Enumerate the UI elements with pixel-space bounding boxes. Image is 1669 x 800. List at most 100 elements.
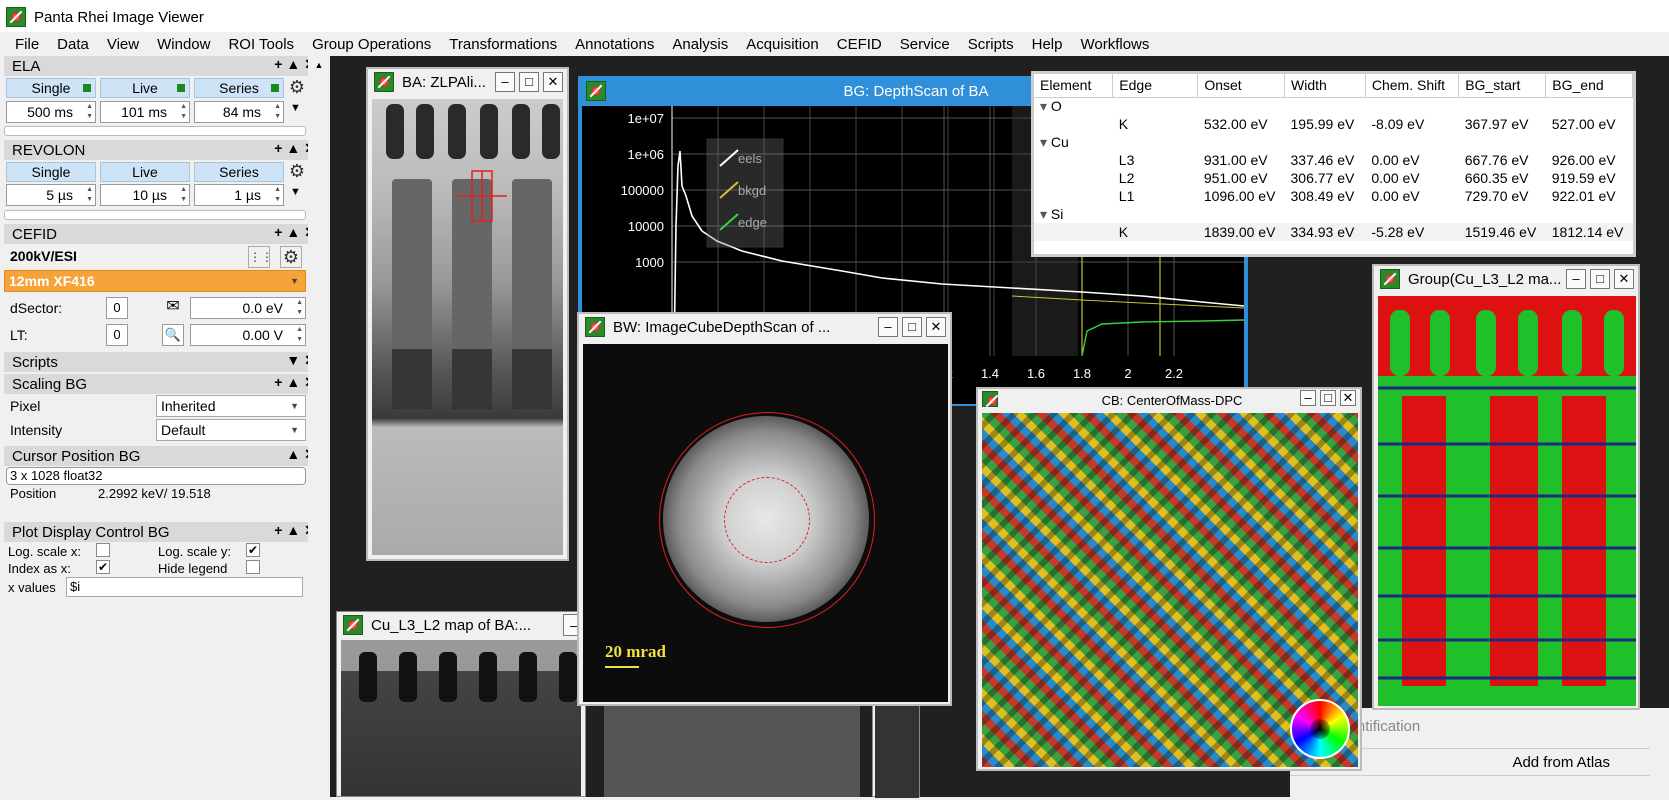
ela-exposure-spin-1[interactable]: 500 ms <box>6 101 96 123</box>
edges-header-chem-shift[interactable]: Chem. Shift <box>1365 74 1460 98</box>
close-icon[interactable]: ✕ <box>543 72 563 92</box>
menu-transformations[interactable]: Transformations <box>440 36 566 53</box>
ela-live-button[interactable]: Live <box>100 78 190 98</box>
cu-map-window[interactable]: Cu_L3_L2 map of BA:... – <box>336 611 586 797</box>
edge-cell: 306.77 eV <box>1290 170 1355 186</box>
logy-checkbox[interactable]: ✔ <box>246 543 260 557</box>
menu-view[interactable]: View <box>98 36 148 53</box>
logx-checkbox[interactable] <box>96 543 110 557</box>
edges-table-window[interactable]: Element Edge Onset Width Chem. Shift BG_start… <box>1031 71 1636 257</box>
edge-cell: 527.00 eV <box>1551 116 1616 132</box>
menu-group-operations[interactable]: Group Operations <box>303 36 440 53</box>
minimize-icon[interactable]: – <box>878 317 898 337</box>
ela-single-button[interactable]: Single <box>6 78 96 98</box>
search-icon[interactable]: 🔍 <box>162 324 184 346</box>
revolon-spin-3[interactable]: 1 µs <box>194 184 284 206</box>
edges-header-onset[interactable]: Onset <box>1197 74 1286 98</box>
menu-window[interactable]: Window <box>148 36 219 53</box>
ba-titlebar[interactable]: BA: ZLPAli... – □ ✕ <box>368 69 567 95</box>
element-group-row[interactable]: ▾ Cu <box>1034 133 1633 151</box>
lens-dropdown[interactable]: 12mm XF416 <box>4 270 306 292</box>
group-window[interactable]: Group(Cu_L3_L2 ma... – □ ✕ <box>1372 264 1640 710</box>
dsector-value[interactable]: 0.0 eV <box>190 297 306 319</box>
menu-workflows[interactable]: Workflows <box>1071 36 1158 53</box>
maximize-icon[interactable]: □ <box>1320 390 1336 406</box>
close-icon[interactable]: ✕ <box>1614 269 1634 289</box>
scaling-panel-header[interactable]: Scaling BG +▲✕ <box>4 374 326 394</box>
hide-legend-checkbox[interactable] <box>246 560 260 574</box>
edges-header-edge[interactable]: Edge <box>1112 74 1199 98</box>
maximize-icon[interactable]: □ <box>1590 269 1610 289</box>
menu-cefid[interactable]: CEFID <box>828 36 891 53</box>
revolon-series-button[interactable]: Series <box>194 162 284 182</box>
edge-row[interactable]: L1 1096.00 eV 308.49 eV 0.00 eV 729.70 eV 922… <box>1034 187 1633 205</box>
close-icon[interactable]: ✕ <box>926 317 946 337</box>
edges-header-bg-end[interactable]: BG_end <box>1545 74 1633 98</box>
menu-service[interactable]: Service <box>891 36 959 53</box>
cb-window[interactable]: CB: CenterOfMass-DPC – □ ✕ <box>976 387 1362 771</box>
maximize-icon[interactable]: □ <box>902 317 922 337</box>
close-icon[interactable]: ✕ <box>1340 390 1356 406</box>
minimize-icon[interactable]: – <box>1566 269 1586 289</box>
ela-series-button[interactable]: Series <box>194 78 284 98</box>
group-titlebar[interactable]: Group(Cu_L3_L2 ma... – □ ✕ <box>1374 266 1638 292</box>
ela-exposure-spin-2[interactable]: 101 ms <box>100 101 190 123</box>
cu-map-titlebar[interactable]: Cu_L3_L2 map of BA:... <box>337 612 585 638</box>
revolon-spin-1[interactable]: 5 µs <box>6 184 96 206</box>
scroll-up-icon[interactable]: ▲ <box>308 60 330 70</box>
edges-header-width[interactable]: Width <box>1284 74 1366 98</box>
ela-progress-bar <box>4 126 306 136</box>
plotctl-panel-header[interactable]: Plot Display Control BG +▲✕ <box>4 522 326 542</box>
collapse-icon[interactable]: ▾ <box>1040 206 1051 222</box>
revolon-spin-2[interactable]: 10 µs <box>100 184 190 206</box>
ba-window[interactable]: BA: ZLPAli... – □ ✕ <box>366 67 569 561</box>
xvalues-input[interactable]: $i <box>66 577 303 597</box>
revolon-single-button[interactable]: Single <box>6 162 96 182</box>
panel-scrollbar[interactable]: ▲ <box>308 56 330 797</box>
minimize-icon[interactable]: – <box>495 72 515 92</box>
dsector-index[interactable]: 0 <box>106 297 128 319</box>
cursor-panel-header[interactable]: Cursor Position BG ▲✕ <box>4 446 326 466</box>
menu-file[interactable]: File <box>6 36 48 53</box>
menu-roi-tools[interactable]: ROI Tools <box>219 36 303 53</box>
gear-icon[interactable]: ⚙ <box>286 161 308 183</box>
menu-annotations[interactable]: Annotations <box>566 36 663 53</box>
collapse-icon[interactable]: ▾ <box>1040 134 1051 150</box>
envelope-icon[interactable]: ✉ <box>162 297 184 319</box>
ela-exposure-spin-3[interactable]: 84 ms <box>194 101 284 123</box>
bw-window[interactable]: BW: ImageCubeDepthScan of ... – □ ✕ 20 mra… <box>577 312 952 706</box>
grid-icon[interactable]: ⋮⋮ <box>248 246 273 268</box>
bw-titlebar[interactable]: BW: ImageCubeDepthScan of ... – □ ✕ <box>579 314 950 340</box>
element-group-row[interactable]: ▾ O <box>1034 97 1633 115</box>
edge-row[interactable]: L3 931.00 eV 337.46 eV 0.00 eV 667.76 eV 926.… <box>1034 151 1633 169</box>
revolon-live-button[interactable]: Live <box>100 162 190 182</box>
menu-scripts[interactable]: Scripts <box>959 36 1023 53</box>
element-group-row[interactable]: ▾ Si <box>1034 205 1633 223</box>
collapse-icon[interactable]: ▾ <box>1040 98 1051 114</box>
edge-row[interactable]: K 1839.00 eV 334.93 eV -5.28 eV 1519.46 eV 18… <box>1034 223 1633 241</box>
lt-index[interactable]: 0 <box>106 324 128 346</box>
pixel-dropdown[interactable]: Inherited <box>156 395 306 417</box>
index-as-x-checkbox[interactable]: ✔ <box>96 560 110 574</box>
cefid-panel-header[interactable]: CEFID +▲✕ <box>4 224 326 244</box>
chevron-down-icon[interactable]: ▼ <box>290 186 301 198</box>
maximize-icon[interactable]: □ <box>519 72 539 92</box>
cb-titlebar[interactable]: CB: CenterOfMass-DPC – □ ✕ <box>978 389 1360 411</box>
menu-analysis[interactable]: Analysis <box>663 36 737 53</box>
menu-help[interactable]: Help <box>1023 36 1072 53</box>
intensity-dropdown[interactable]: Default <box>156 419 306 441</box>
ela-panel-header[interactable]: ELA +▲✕ <box>4 56 326 76</box>
edge-row[interactable]: L2 951.00 eV 306.77 eV 0.00 eV 660.35 eV 919.… <box>1034 169 1633 187</box>
gear-icon[interactable]: ⚙ <box>286 77 308 99</box>
edges-header-bg-start[interactable]: BG_start <box>1458 74 1547 98</box>
menu-data[interactable]: Data <box>48 36 98 53</box>
menu-acquisition[interactable]: Acquisition <box>737 36 828 53</box>
scripts-panel-header[interactable]: Scripts ▼✕ <box>4 352 326 372</box>
chevron-down-icon[interactable]: ▼ <box>290 102 301 114</box>
gear-icon[interactable]: ⚙ <box>280 246 302 268</box>
revolon-panel-header[interactable]: REVOLON +▲✕ <box>4 140 326 160</box>
minimize-icon[interactable]: – <box>1300 390 1316 406</box>
edge-row[interactable]: K 532.00 eV 195.99 eV -8.09 eV 367.97 eV 527.… <box>1034 115 1633 133</box>
lt-value[interactable]: 0.00 V <box>190 324 306 346</box>
edges-header-element[interactable]: Element <box>1034 74 1114 98</box>
